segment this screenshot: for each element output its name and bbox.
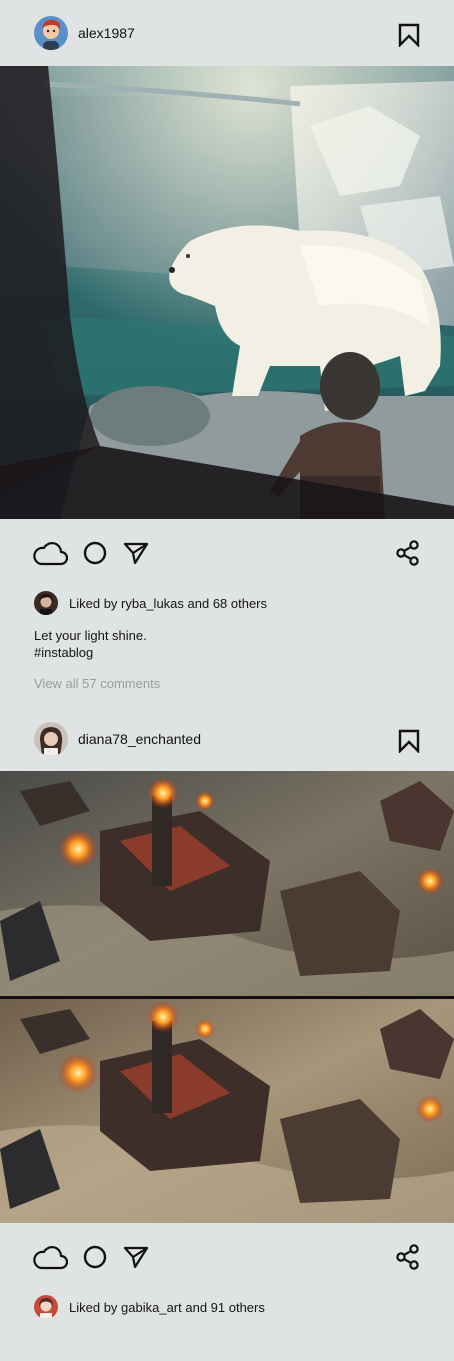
username[interactable]: alex1987 xyxy=(78,25,135,41)
paper-plane-icon[interactable] xyxy=(122,1243,150,1271)
castle-game-image xyxy=(0,771,454,1223)
game-screen-top xyxy=(0,771,454,996)
liked-by-text: Liked by gabika_art and 91 others xyxy=(69,1299,265,1315)
liked-by-text: Liked by ryba_lukas and 68 others xyxy=(69,595,268,611)
liked-by-row: Liked by ryba_lukas and 68 others xyxy=(0,589,454,617)
polar-bear-image xyxy=(0,66,454,519)
caption-text: Let your light shine. xyxy=(34,628,147,643)
bookmark-icon[interactable] xyxy=(398,729,420,753)
share-icon[interactable] xyxy=(394,1243,422,1271)
bookmark-icon[interactable] xyxy=(398,23,420,47)
cloud-icon[interactable] xyxy=(33,1243,69,1271)
post-1: alex1987 Liked by ryba_lukas and 68 othe… xyxy=(0,0,454,691)
circle-icon[interactable] xyxy=(83,1243,109,1271)
user-avatar[interactable] xyxy=(34,722,68,756)
username[interactable]: diana78_enchanted xyxy=(78,731,201,747)
liked-by-avatar[interactable] xyxy=(34,591,58,615)
post-actions xyxy=(0,519,454,587)
post-2: diana78_enchanted Liked by gabika_art an… xyxy=(0,707,454,1321)
cloud-icon[interactable] xyxy=(33,539,69,567)
post-image[interactable] xyxy=(0,771,454,1223)
post-image[interactable] xyxy=(0,66,454,519)
share-icon[interactable] xyxy=(394,539,422,567)
view-comments-link[interactable]: View all 57 comments xyxy=(0,676,454,691)
paper-plane-icon[interactable] xyxy=(122,539,150,567)
post-header: diana78_enchanted xyxy=(0,707,454,771)
circle-icon[interactable] xyxy=(83,539,109,567)
post-actions xyxy=(0,1223,454,1293)
user-avatar[interactable] xyxy=(34,16,68,50)
caption-hashtag[interactable]: #instablog xyxy=(34,644,454,661)
game-screen-bottom xyxy=(0,999,454,1223)
liked-by-row: Liked by gabika_art and 91 others xyxy=(0,1293,454,1321)
post-caption: Let your light shine. #instablog xyxy=(0,627,454,661)
liked-by-avatar[interactable] xyxy=(34,1295,58,1319)
post-header: alex1987 xyxy=(0,0,454,66)
